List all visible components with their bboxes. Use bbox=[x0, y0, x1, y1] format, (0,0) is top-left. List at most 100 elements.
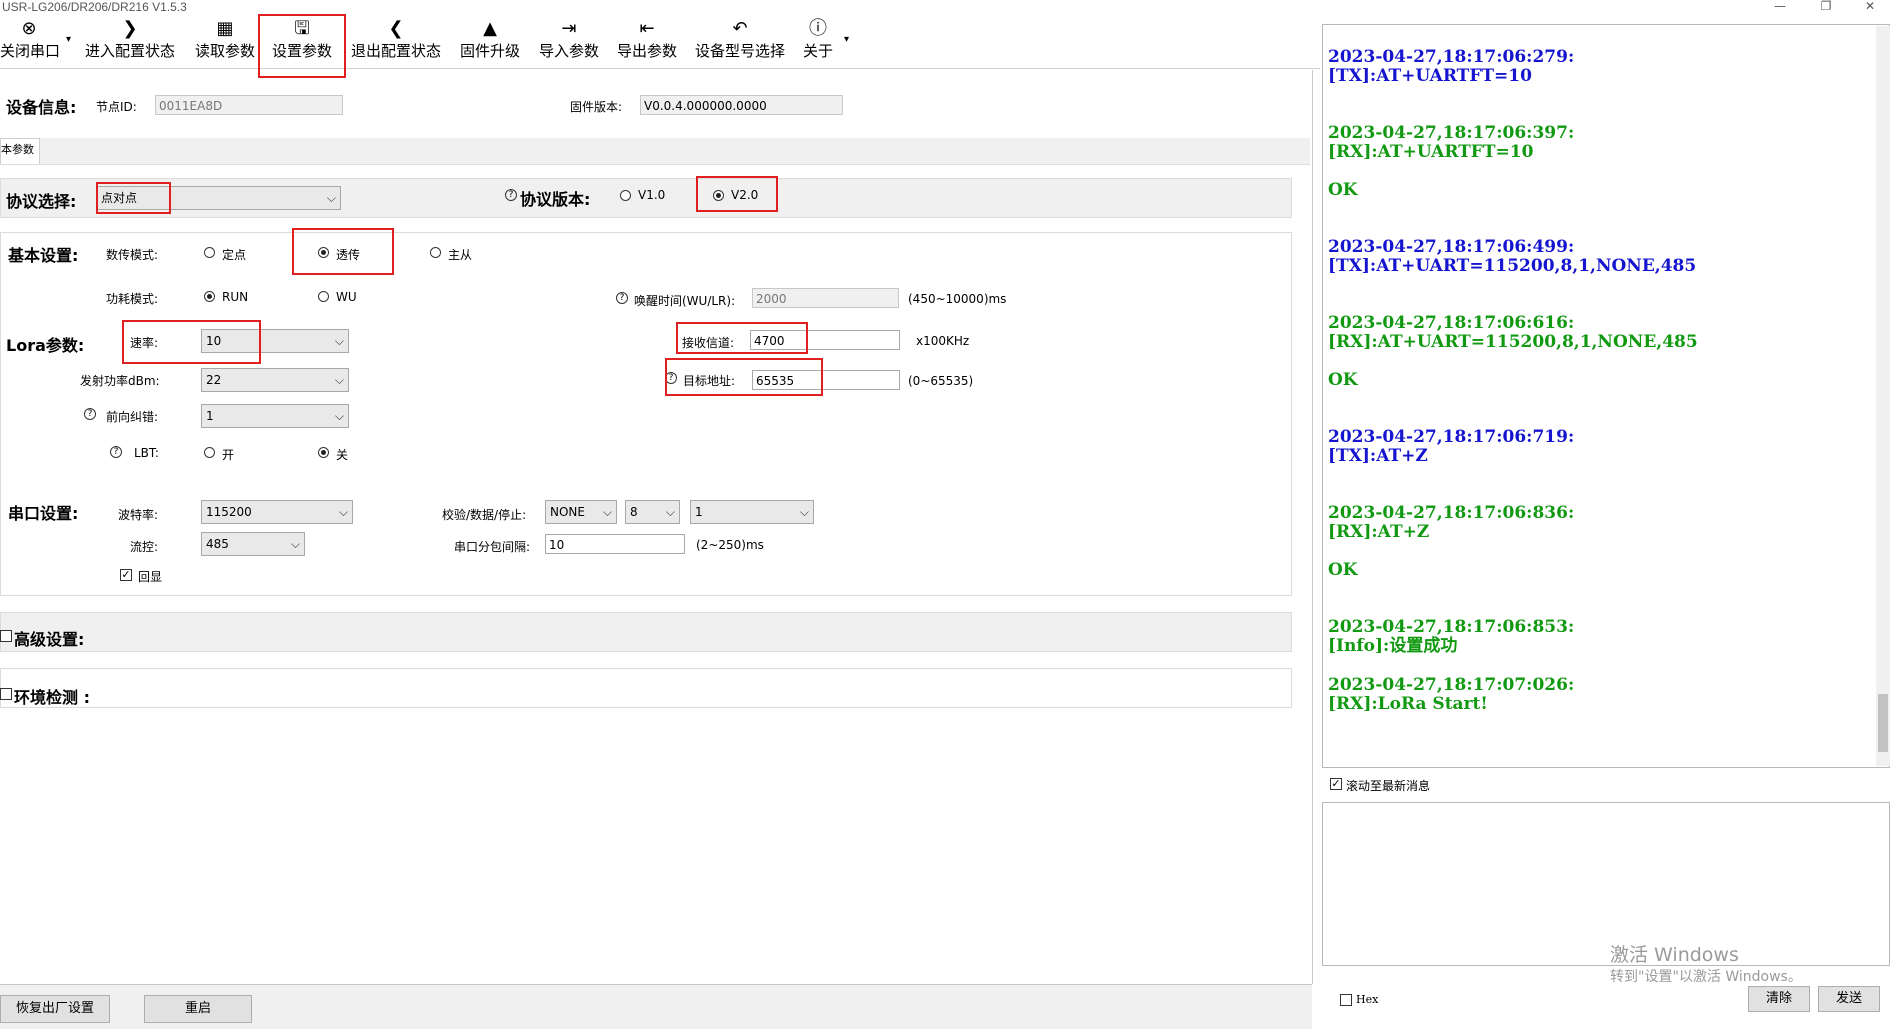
scroll-latest-label: 滚动至最新消息 bbox=[1346, 779, 1431, 793]
model-select-label: 设备型号选择 bbox=[694, 42, 785, 60]
about-button[interactable]: ⓘ 关于 bbox=[798, 16, 838, 64]
target-address-highlight bbox=[665, 358, 823, 396]
about-dropdown-icon[interactable]: ▾ bbox=[844, 34, 849, 45]
fec-value: 1 bbox=[206, 409, 214, 423]
factory-reset-button[interactable]: 恢复出厂设置 bbox=[0, 995, 110, 1023]
log-timestamp: 2023-04-27,18:17:06:499: bbox=[1328, 237, 1575, 257]
close-port-button[interactable]: ⊗ 关闭串口 bbox=[0, 16, 61, 64]
tab-basic-params[interactable]: 本参数 bbox=[0, 138, 40, 164]
log-panel: 2023-04-27,18:17:06:279: [TX]:AT+UARTFT=1… bbox=[1326, 26, 1876, 766]
protocol-v2-highlight bbox=[696, 176, 778, 212]
chevron-down-icon: ⌵ bbox=[799, 505, 809, 519]
firmware-upgrade-label: 固件升级 bbox=[459, 42, 520, 60]
export-icon: ⇤ bbox=[639, 18, 655, 39]
log-scrollbar-thumb[interactable] bbox=[1878, 694, 1888, 752]
parity-label: 校验/数据/停止: bbox=[442, 508, 527, 522]
data-bits-select[interactable]: 8 ⌵ bbox=[625, 500, 680, 524]
baud-select[interactable]: 115200 ⌵ bbox=[201, 500, 353, 524]
log-ok: OK bbox=[1328, 370, 1358, 390]
wake-time-field: 2000 bbox=[752, 288, 899, 308]
lbt-off-radio[interactable] bbox=[318, 447, 329, 458]
echo-checkbox[interactable]: ✓ bbox=[120, 569, 132, 581]
log-timestamp: 2023-04-27,18:17:06:397: bbox=[1328, 123, 1575, 143]
minimize-button[interactable]: — bbox=[1760, 0, 1800, 16]
echo-label: 回显 bbox=[138, 570, 163, 584]
chevron-left-icon: ❮ bbox=[388, 18, 404, 39]
exit-config-button[interactable]: ❮ 退出配置状态 bbox=[346, 16, 446, 64]
transfer-mode-label: 数传模式: bbox=[106, 248, 159, 262]
chevron-down-icon: ⌵ bbox=[602, 505, 612, 519]
undo-arrow-icon: ↶ bbox=[732, 18, 748, 39]
chevron-down-icon: ⌵ bbox=[334, 409, 344, 423]
restore-button[interactable]: ❐ bbox=[1806, 0, 1846, 16]
firmware-upgrade-button[interactable]: ▲ 固件升级 bbox=[454, 16, 526, 64]
transparent-highlight bbox=[292, 228, 394, 275]
lbt-on-label: 开 bbox=[222, 448, 235, 462]
help-icon[interactable]: ? bbox=[616, 292, 628, 304]
import-params-label: 导入参数 bbox=[538, 42, 599, 60]
baud-value: 115200 bbox=[206, 505, 252, 519]
flow-control-value: 485 bbox=[206, 537, 229, 551]
scroll-latest-checkbox[interactable]: ✓ bbox=[1330, 778, 1342, 790]
packet-interval-range: (2~250)ms bbox=[696, 538, 764, 552]
help-icon[interactable]: ? bbox=[505, 189, 517, 201]
protocol-highlight bbox=[96, 182, 171, 214]
packet-interval-field[interactable]: 10 bbox=[545, 534, 685, 554]
send-input[interactable] bbox=[1322, 802, 1890, 966]
advanced-settings-panel bbox=[0, 612, 1292, 652]
serial-settings-heading: 串口设置: bbox=[8, 504, 79, 523]
export-params-button[interactable]: ⇤ 导出参数 bbox=[612, 16, 682, 64]
log-message: [Info]:设置成功 bbox=[1328, 636, 1458, 656]
log-scrollbar[interactable] bbox=[1876, 26, 1890, 766]
restart-button[interactable]: 重启 bbox=[144, 995, 252, 1023]
node-id-field: 0011EA8D bbox=[155, 95, 343, 115]
advanced-settings-heading[interactable]: 高级设置: bbox=[14, 626, 84, 650]
enter-config-button[interactable]: ❯ 进入配置状态 bbox=[80, 16, 180, 64]
chevron-down-icon: ⌵ bbox=[665, 505, 675, 519]
close-port-dropdown-icon[interactable]: ▾ bbox=[66, 34, 71, 45]
lbt-on-radio[interactable] bbox=[204, 447, 215, 458]
fec-select[interactable]: 1 ⌵ bbox=[201, 404, 349, 428]
hex-checkbox[interactable] bbox=[1340, 994, 1352, 1006]
help-icon[interactable]: ? bbox=[110, 446, 122, 458]
clear-button[interactable]: 清除 bbox=[1748, 986, 1810, 1012]
power-run-radio[interactable] bbox=[204, 291, 215, 302]
data-bits-value: 8 bbox=[630, 505, 638, 519]
read-params-label: 读取参数 bbox=[194, 42, 255, 60]
rx-channel-unit: x100KHz bbox=[916, 334, 970, 348]
chevron-down-icon: ⌵ bbox=[290, 537, 300, 551]
protocol-v1-radio[interactable] bbox=[620, 190, 631, 201]
log-ok: OK bbox=[1328, 560, 1358, 580]
flow-control-select[interactable]: 485 ⌵ bbox=[201, 532, 305, 556]
wake-time-range: (450~10000)ms bbox=[908, 292, 1007, 306]
log-message: [TX]:AT+UART=115200,8,1,NONE,485 bbox=[1328, 256, 1697, 276]
power-wu-radio[interactable] bbox=[318, 291, 329, 302]
close-port-label: 关闭串口 bbox=[0, 42, 61, 60]
firmware-version-label: 固件版本: bbox=[570, 100, 623, 114]
import-params-button[interactable]: ⇥ 导入参数 bbox=[534, 16, 604, 64]
read-params-button[interactable]: ▦ 读取参数 bbox=[190, 16, 260, 64]
set-params-button[interactable]: 🖫 设置参数 bbox=[264, 16, 340, 64]
close-button[interactable]: ✕ bbox=[1850, 0, 1890, 16]
stop-bits-select[interactable]: 1 ⌵ bbox=[690, 500, 814, 524]
tx-power-select[interactable]: 22 ⌵ bbox=[201, 368, 349, 392]
mode-fixed-radio[interactable] bbox=[204, 247, 215, 258]
advanced-checkbox[interactable] bbox=[0, 630, 12, 642]
target-address-range: (0~65535) bbox=[908, 374, 974, 388]
basic-settings-heading: 基本设置: bbox=[8, 246, 79, 265]
env-detect-heading[interactable]: 环境检测 : bbox=[14, 684, 90, 708]
power-run-label: RUN bbox=[222, 290, 249, 304]
parity-select[interactable]: NONE ⌵ bbox=[545, 500, 617, 524]
power-mode-label: 功耗模式: bbox=[106, 292, 159, 306]
help-icon[interactable]: ? bbox=[84, 408, 96, 420]
mode-master-slave-radio[interactable] bbox=[430, 247, 441, 258]
export-params-label: 导出参数 bbox=[616, 42, 677, 60]
log-message: [RX]:LoRa Start! bbox=[1328, 694, 1488, 714]
send-button[interactable]: 发送 bbox=[1818, 986, 1880, 1012]
env-detect-checkbox[interactable] bbox=[0, 688, 12, 700]
fec-label: 前向纠错: bbox=[106, 410, 159, 424]
hex-label: Hex bbox=[1356, 993, 1379, 1006]
read-icon: ▦ bbox=[216, 18, 234, 39]
log-timestamp: 2023-04-27,18:17:06:279: bbox=[1328, 47, 1575, 67]
model-select-button[interactable]: ↶ 设备型号选择 bbox=[690, 16, 790, 64]
